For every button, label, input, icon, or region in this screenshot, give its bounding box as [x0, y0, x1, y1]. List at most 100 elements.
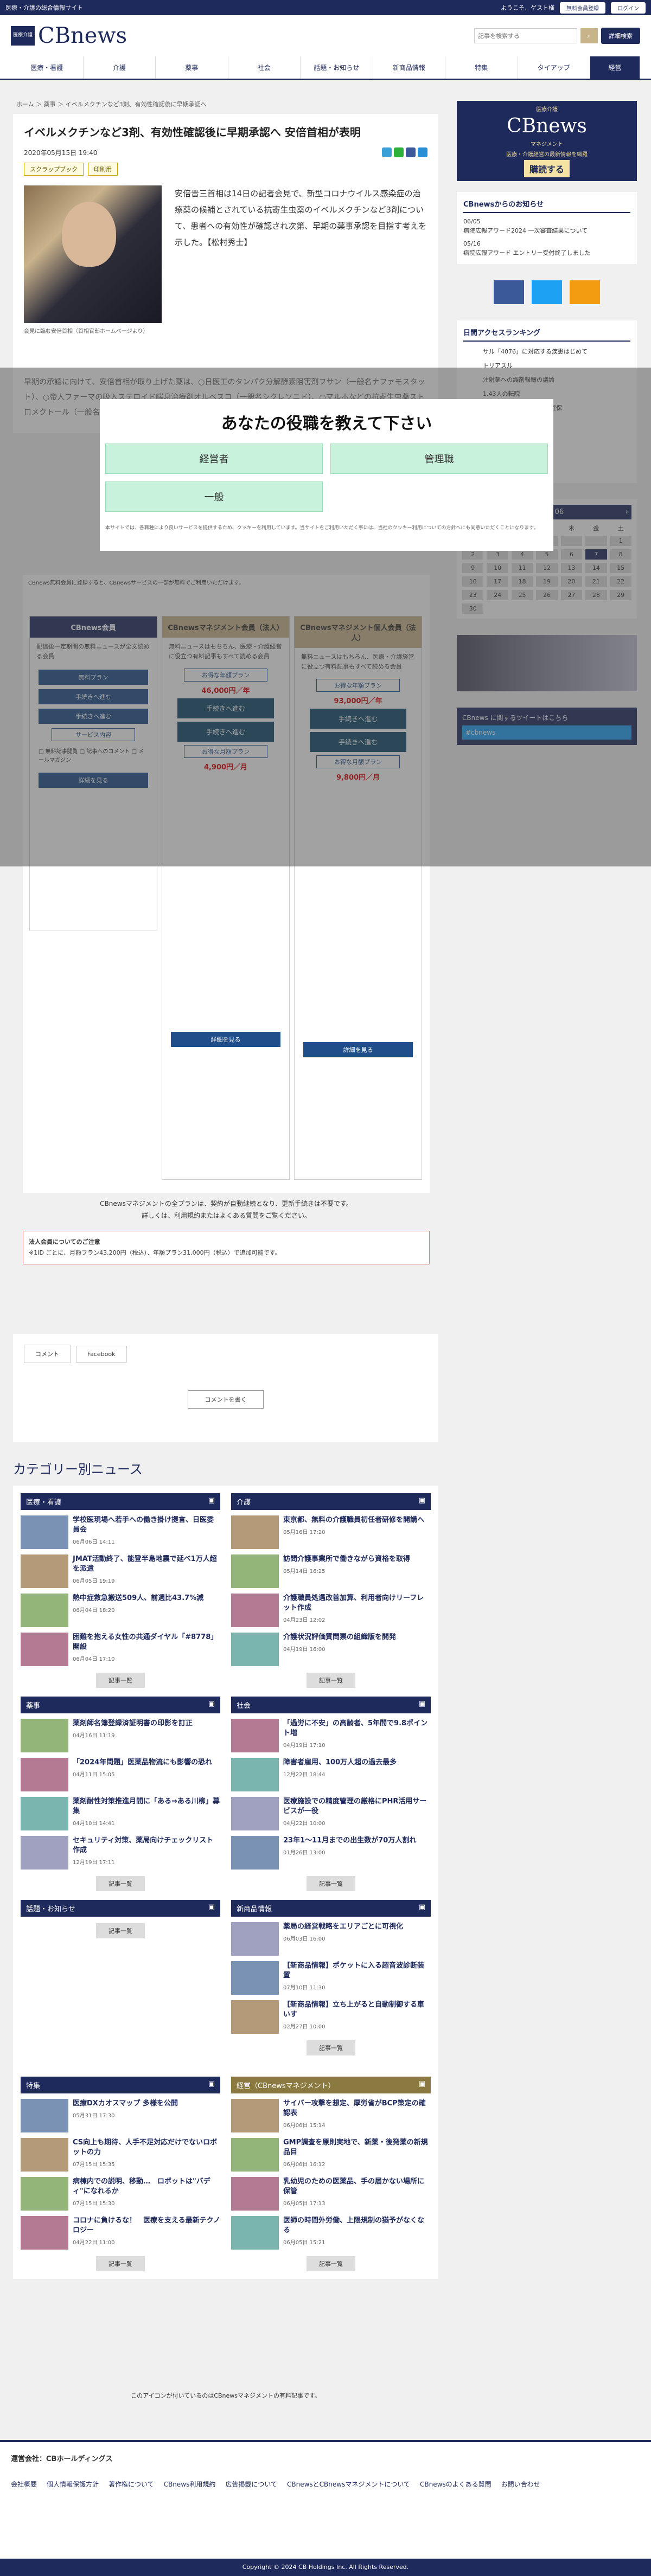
news-item[interactable]: 訪問介護事業所で働きながら資格を取得 05月14日 16:25	[231, 1554, 431, 1588]
more-button[interactable]: 記事一覧	[307, 1673, 355, 1688]
more-button[interactable]: 記事一覧	[96, 2256, 145, 2271]
news-item[interactable]: サイバー攻撃を想定、厚労省がBCP策定の確認表 06月06日 15:14	[231, 2099, 431, 2132]
news-thumbnail[interactable]	[231, 2177, 279, 2211]
more-button[interactable]: 記事一覧	[96, 1673, 145, 1688]
news-title[interactable]: 困難を抱える女性の共通ダイヤル「#8778」開設	[73, 1633, 220, 1652]
news-item[interactable]: 05/16 病院広報アワード エントリー受付終了しました	[463, 240, 630, 258]
news-item[interactable]: 薬局の経営戦略をエリアごとに可視化 06月03日 16:00	[231, 1922, 431, 1956]
more-button[interactable]: 記事一覧	[307, 2040, 355, 2055]
news-item[interactable]: 薬剤耐性対策推進月間に「ある⇒ある川柳」募集 04月10日 14:41	[21, 1797, 220, 1830]
detail-button[interactable]: 詳細を見る	[171, 1032, 280, 1048]
news-title[interactable]: 乳幼児のための医薬品、手の届かない場所に保管	[283, 2177, 431, 2196]
news-title[interactable]: コロナに負けるな！ 医療を支える最新テクノロジー	[73, 2216, 220, 2235]
more-button[interactable]: 記事一覧	[307, 1876, 355, 1891]
news-item[interactable]: 医療施設での精度管理の厳格にPHR活用サービスが一役 04月22日 10:00	[231, 1797, 431, 1830]
news-item[interactable]: 「過労に不安」の高齢者、5年間で9.8ポイント増 04月19日 17:10	[231, 1719, 431, 1752]
nav-item[interactable]: 新商品情報	[373, 56, 445, 79]
nav-item[interactable]: 社会	[228, 56, 301, 79]
news-title[interactable]: 障害者雇用、100万人超の過去最多	[283, 1758, 397, 1768]
news-thumbnail[interactable]	[231, 1594, 279, 1627]
management-ad-banner[interactable]: 医療介護 CBnews マネジメント 医療・介護経営の最新情報を網羅 購読する	[457, 101, 637, 181]
line-share-icon[interactable]	[394, 147, 404, 157]
more-button[interactable]: 記事一覧	[96, 1876, 145, 1891]
rss-icon[interactable]	[570, 280, 600, 304]
news-title[interactable]: 薬局の経営戦略をエリアごとに可視化	[283, 1922, 403, 1932]
news-title[interactable]: 薬剤師名簿登録済証明書の印影を訂正	[73, 1719, 193, 1729]
news-item[interactable]: 介護職員処遇改善加算、利用者向けリーフレット作成 04月23日 12:02	[231, 1594, 431, 1627]
ad-cta-button[interactable]: 購読する	[524, 160, 570, 177]
news-thumbnail[interactable]	[231, 2216, 279, 2250]
news-thumbnail[interactable]	[21, 1554, 68, 1588]
category-header[interactable]: 話題・お知らせ ▣	[21, 1900, 220, 1917]
news-title[interactable]: セキュリティ対策、薬局向けチェックリスト作成	[73, 1836, 220, 1855]
rss-icon[interactable]: ▣	[208, 1700, 215, 1710]
news-thumbnail[interactable]	[231, 1961, 279, 1995]
search-icon[interactable]: ⌕	[580, 28, 598, 43]
news-thumbnail[interactable]	[231, 1554, 279, 1588]
nav-item[interactable]: 介護	[84, 56, 156, 79]
rss-icon[interactable]: ▣	[419, 1496, 425, 1507]
news-thumbnail[interactable]	[21, 2138, 68, 2172]
nav-item[interactable]: タイアップ	[518, 56, 590, 79]
footer-link[interactable]: お問い合わせ	[501, 2479, 540, 2489]
news-item[interactable]: 介護状況評価質問票の組織版を開発 04月19日 16:00	[231, 1633, 431, 1666]
nav-item[interactable]: 医療・看護	[11, 56, 84, 79]
news-title[interactable]: 熱中症救急搬送509人、前週比43.7%減	[73, 1594, 203, 1603]
news-item[interactable]: 医療DXカオスマップ 多様を公開 05月31日 17:30	[21, 2099, 220, 2132]
news-item[interactable]: 学校医現場へ若手への働き掛け提言、日医委員会 06月06日 14:11	[21, 1515, 220, 1549]
news-title[interactable]: JMAT活動終了、能登半島地震で延べ1万人超を派遣	[73, 1554, 220, 1574]
news-thumbnail[interactable]	[231, 2138, 279, 2172]
twitter-icon[interactable]	[532, 280, 562, 304]
rss-icon[interactable]: ▣	[208, 1903, 215, 1913]
nav-item[interactable]: 薬事	[156, 56, 228, 79]
free-member-button[interactable]: 無料会員登録	[560, 2, 605, 14]
rss-icon[interactable]: ▣	[419, 1903, 425, 1913]
news-title[interactable]: 介護状況評価質問票の組織版を開発	[283, 1633, 396, 1642]
category-header[interactable]: 医療・看護 ▣	[21, 1493, 220, 1510]
footer-link[interactable]: 個人情報保護方針	[47, 2479, 99, 2489]
news-thumbnail[interactable]	[21, 1719, 68, 1752]
news-item[interactable]: 熱中症救急搬送509人、前週比43.7%減 06月04日 18:20	[21, 1594, 220, 1627]
news-item[interactable]: 23年1～11月までの出生数が70万人割れ 01月26日 13:00	[231, 1836, 431, 1870]
nav-item-management[interactable]: 経営	[590, 56, 640, 79]
facebook-share-icon[interactable]	[406, 147, 416, 157]
more-button[interactable]: 記事一覧	[307, 2256, 355, 2271]
news-thumbnail[interactable]	[21, 1836, 68, 1870]
scrapbook-button[interactable]: スクラップブック	[24, 163, 84, 176]
news-item[interactable]: 医師の時間外労働、上限規制の猶予がなくなる 06月05日 15:21	[231, 2216, 431, 2250]
rss-icon[interactable]: ▣	[208, 2080, 215, 2090]
news-title[interactable]: CS向上も期待、人手不足対応だけでないロボットの力	[73, 2138, 220, 2157]
news-thumbnail[interactable]	[21, 1515, 68, 1549]
hatena-share-icon[interactable]	[418, 147, 427, 157]
news-title[interactable]: 医療DXカオスマップ 多様を公開	[73, 2099, 178, 2109]
news-title[interactable]: 介護職員処遇改善加算、利用者向けリーフレット作成	[283, 1594, 431, 1613]
news-item[interactable]: 「2024年問題」医薬品物流にも影響の恐れ 04月11日 15:05	[21, 1758, 220, 1791]
news-item[interactable]: JMAT活動終了、能登半島地震で延べ1万人超を派遣 06月05日 19:19	[21, 1554, 220, 1588]
news-title[interactable]: 学校医現場へ若手への働き掛け提言、日医委員会	[73, 1515, 220, 1535]
news-item[interactable]: 東京都、無料の介護職員初任者研修を開講へ 05月16日 17:20	[231, 1515, 431, 1549]
news-title[interactable]: 【新商品情報】立ち上がると自動制御する車いす	[283, 2000, 431, 2020]
footer-link[interactable]: CBnewsのよくある質問	[420, 2479, 492, 2489]
news-title[interactable]: 薬剤耐性対策推進月間に「ある⇒ある川柳」募集	[73, 1797, 220, 1816]
category-header[interactable]: 経営（CBnewsマネジメント） ▣	[231, 2077, 431, 2093]
nav-item[interactable]: 特集	[445, 56, 518, 79]
news-item[interactable]: CS向上も期待、人手不足対応だけでないロボットの力 07月15日 15:35	[21, 2138, 220, 2172]
news-thumbnail[interactable]	[231, 2099, 279, 2132]
comment-tab[interactable]: コメント	[24, 1345, 71, 1363]
news-item[interactable]: 薬剤師名簿登録済証明書の印影を訂正 04月16日 11:19	[21, 1719, 220, 1752]
news-title[interactable]: 「2024年問題」医薬品物流にも影響の恐れ	[73, 1758, 212, 1768]
news-thumbnail[interactable]	[21, 1797, 68, 1830]
news-item[interactable]: 【新商品情報】ポケットに入る超音波診断装置 07月10日 11:30	[231, 1961, 431, 1995]
role-executive-button[interactable]: 経営者	[105, 444, 323, 474]
news-item[interactable]: 障害者雇用、100万人超の過去最多 12月22日 18:44	[231, 1758, 431, 1791]
role-manager-button[interactable]: 管理職	[330, 444, 548, 474]
category-header[interactable]: 社会 ▣	[231, 1697, 431, 1713]
news-item[interactable]: 困難を抱える女性の共通ダイヤル「#8778」開設 06月04日 17:10	[21, 1633, 220, 1666]
news-thumbnail[interactable]	[21, 2099, 68, 2132]
more-button[interactable]: 記事一覧	[96, 1923, 145, 1938]
site-logo[interactable]: 医療介護 CBnews	[11, 23, 127, 48]
news-title[interactable]: 医療施設での精度管理の厳格にPHR活用サービスが一役	[283, 1797, 431, 1816]
news-item[interactable]: セキュリティ対策、薬局向けチェックリスト作成 12月19日 17:11	[21, 1836, 220, 1870]
news-title[interactable]: 医師の時間外労働、上限規制の猶予がなくなる	[283, 2216, 431, 2235]
category-header[interactable]: 特集 ▣	[21, 2077, 220, 2093]
